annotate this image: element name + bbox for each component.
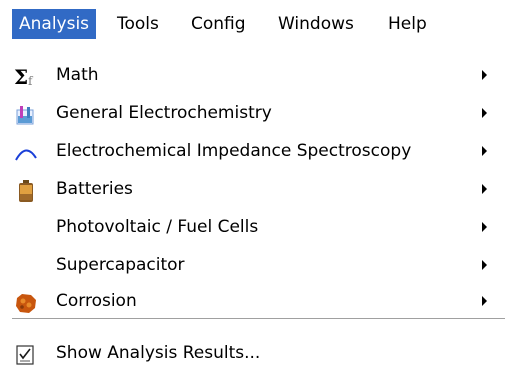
menu-item-math[interactable]: Σ f Math bbox=[0, 56, 505, 94]
menu-item-label: Photovoltaic / Fuel Cells bbox=[56, 217, 259, 237]
checklist-icon bbox=[14, 342, 38, 365]
menu-windows[interactable]: Windows bbox=[271, 9, 361, 39]
submenu-arrow-icon bbox=[482, 296, 487, 306]
menu-item-batteries[interactable]: Batteries bbox=[0, 170, 505, 208]
menu-bar: Analysis Tools Config Windows Help bbox=[0, 0, 505, 46]
submenu-arrow-icon bbox=[482, 222, 487, 232]
menu-tools[interactable]: Tools bbox=[110, 9, 166, 39]
beaker-icon bbox=[14, 102, 38, 125]
arc-icon bbox=[14, 140, 38, 162]
menu-config[interactable]: Config bbox=[184, 9, 253, 39]
submenu-arrow-icon bbox=[482, 184, 487, 194]
submenu-arrow-icon bbox=[482, 108, 487, 118]
submenu-arrow-icon bbox=[482, 260, 487, 270]
menu-help[interactable]: Help bbox=[381, 9, 434, 39]
sigma-icon: Σ f bbox=[14, 64, 38, 89]
rust-icon bbox=[14, 290, 38, 313]
analysis-dropdown-menu: Σ f Math General Electrochemistry Electr… bbox=[0, 46, 505, 374]
menu-analysis[interactable]: Analysis bbox=[12, 9, 97, 39]
submenu-arrow-icon bbox=[482, 70, 487, 80]
menu-item-show-analysis-results[interactable]: Show Analysis Results... bbox=[0, 334, 505, 372]
menu-item-label: General Electrochemistry bbox=[56, 103, 272, 123]
menu-item-label: Batteries bbox=[56, 179, 133, 199]
menu-item-general-electrochemistry[interactable]: General Electrochemistry bbox=[0, 94, 505, 132]
menu-item-label: Electrochemical Impedance Spectroscopy bbox=[56, 141, 412, 161]
menu-item-label: Math bbox=[56, 65, 99, 85]
menu-item-photovoltaic-fuel-cells[interactable]: Photovoltaic / Fuel Cells bbox=[0, 208, 505, 246]
svg-text:f: f bbox=[28, 74, 34, 88]
menu-item-label: Corrosion bbox=[56, 291, 137, 311]
menu-separator bbox=[12, 318, 505, 320]
menu-item-corrosion[interactable]: Corrosion bbox=[0, 282, 505, 320]
menu-item-supercapacitor[interactable]: Supercapacitor bbox=[0, 246, 505, 284]
menu-item-label: Show Analysis Results... bbox=[56, 343, 261, 363]
svg-text:Σ: Σ bbox=[14, 66, 28, 88]
menu-item-label: Supercapacitor bbox=[56, 255, 185, 275]
battery-icon bbox=[14, 178, 38, 202]
menu-item-eis[interactable]: Electrochemical Impedance Spectroscopy bbox=[0, 132, 505, 170]
submenu-arrow-icon bbox=[482, 146, 487, 156]
